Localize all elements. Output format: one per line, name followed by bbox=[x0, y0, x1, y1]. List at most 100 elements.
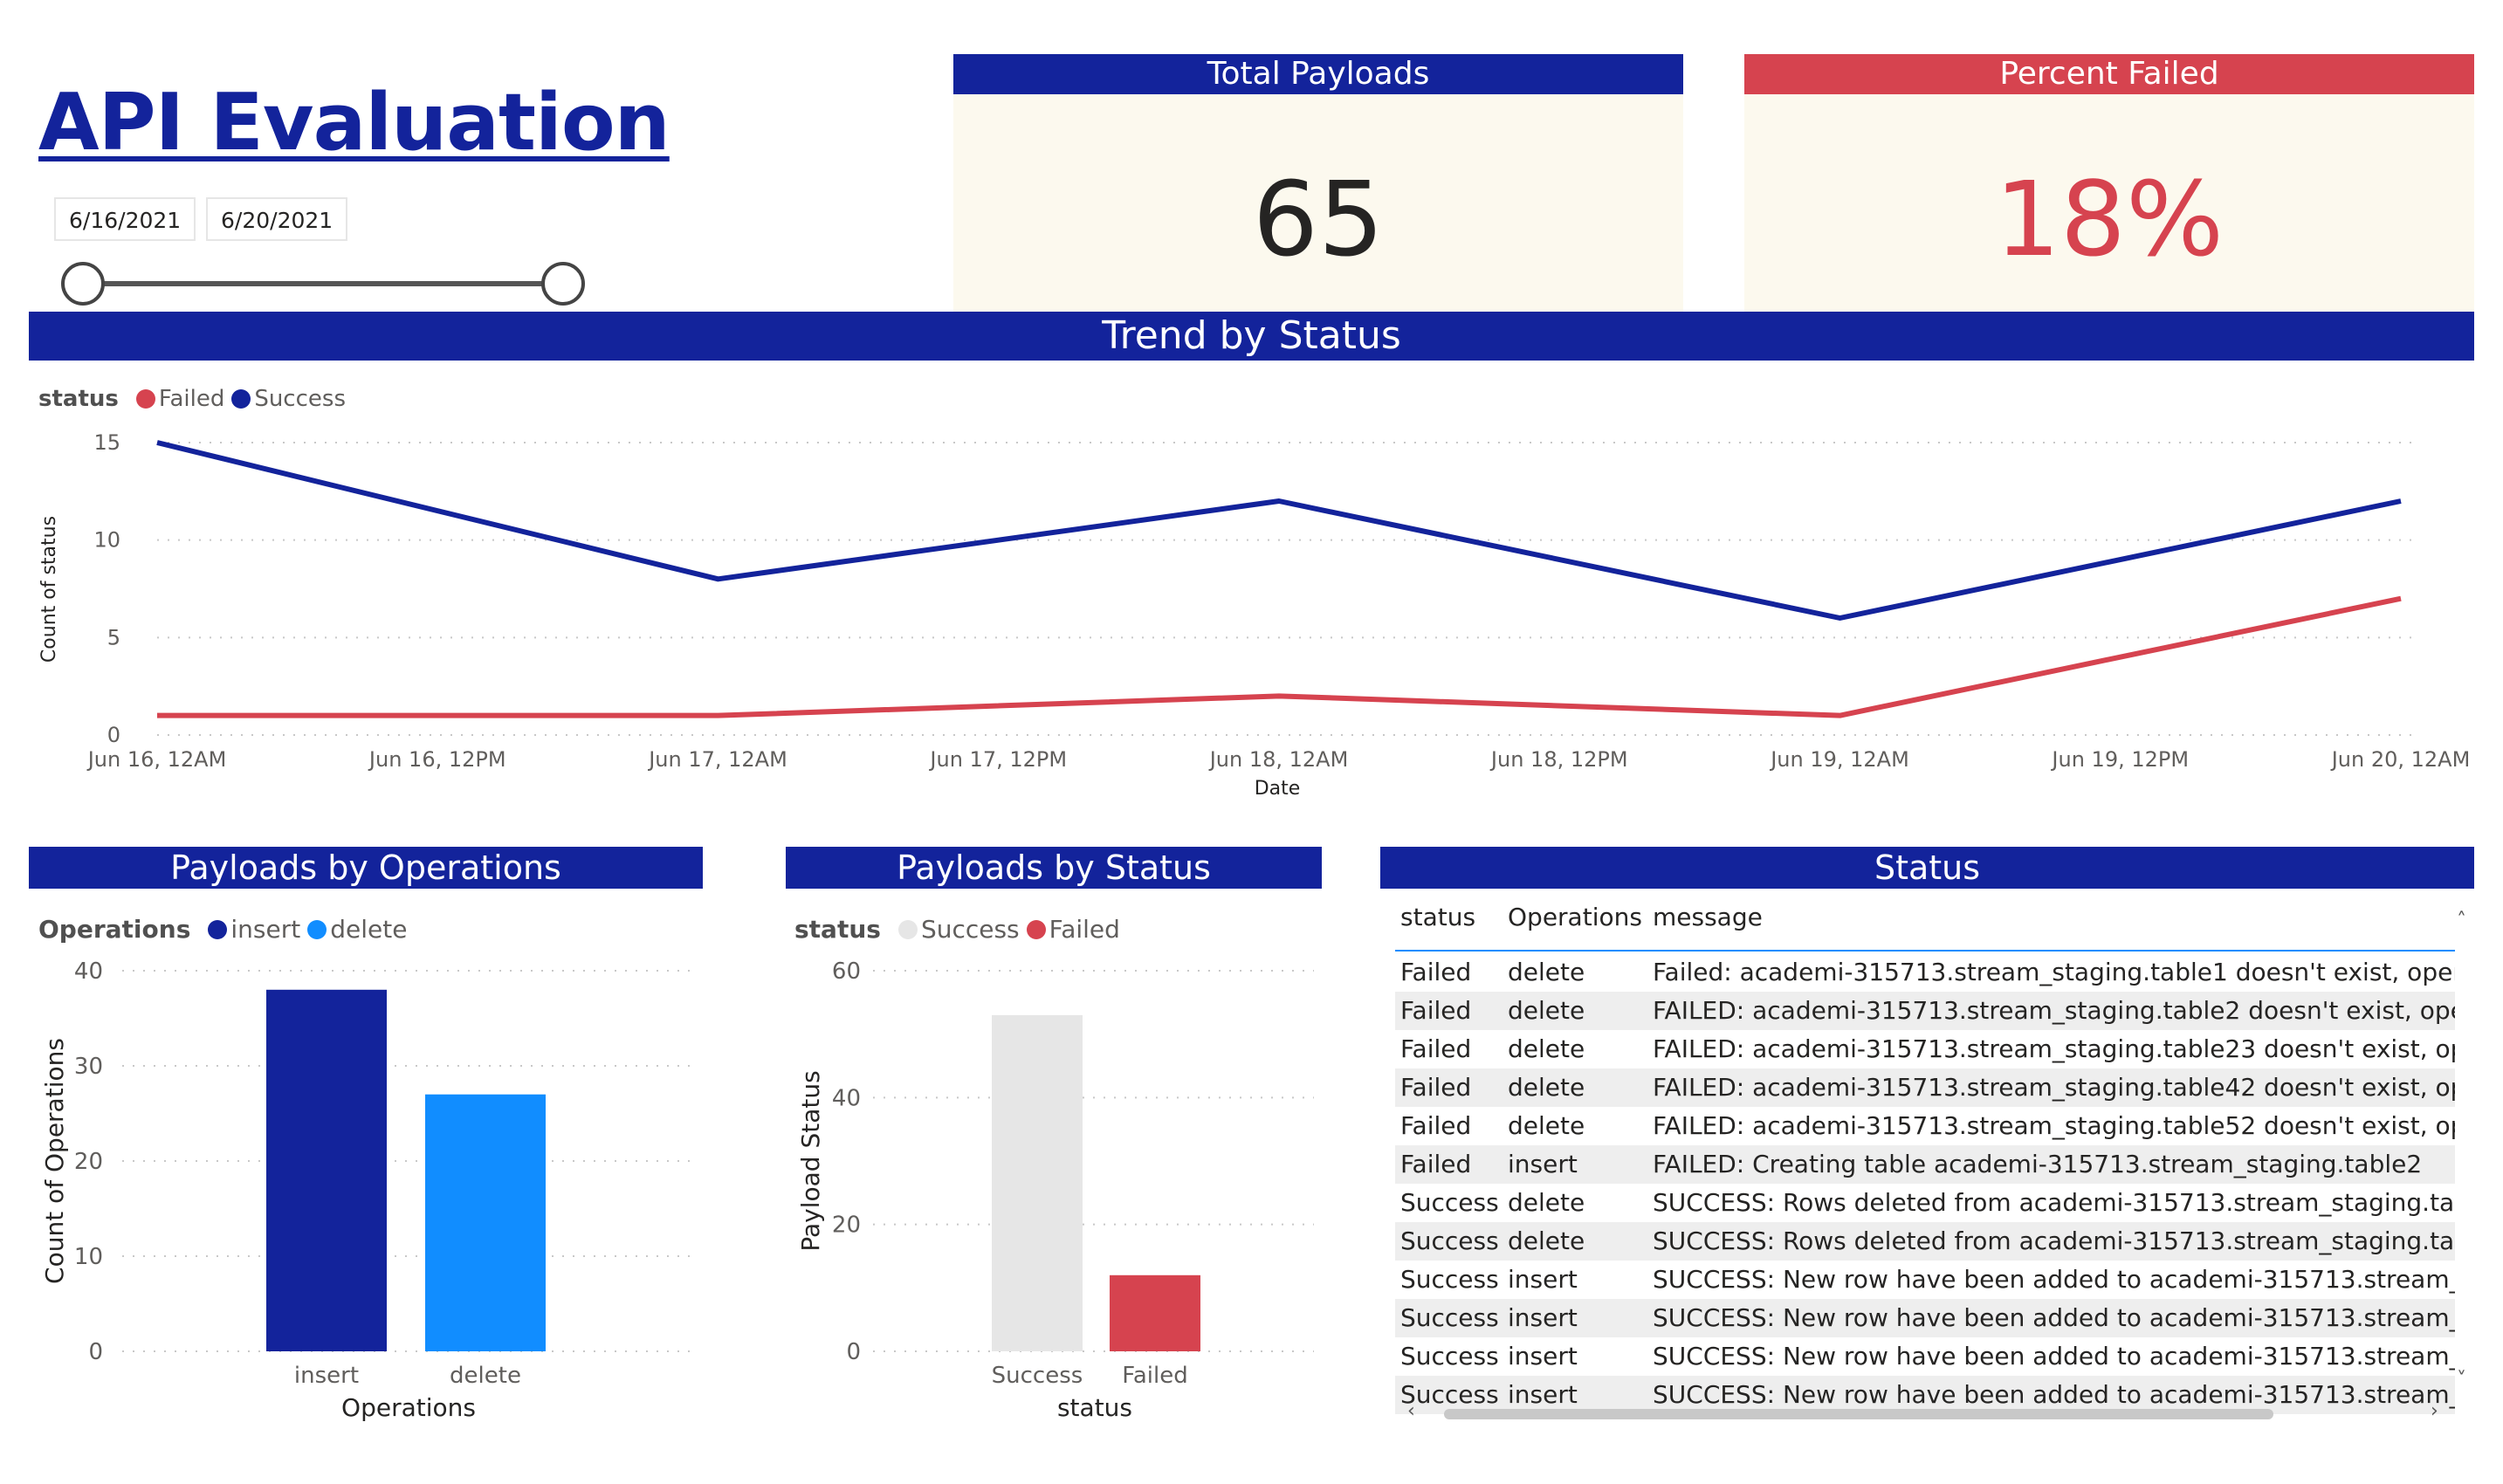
status-legend-success[interactable]: Success bbox=[921, 915, 1020, 944]
vertical-scrollbar[interactable]: ˄ ˅ bbox=[2455, 910, 2474, 1398]
trend-y-tick-label: 10 bbox=[93, 528, 120, 553]
status-table-header: status Operations message bbox=[1395, 899, 2455, 950]
ops-bar-insert[interactable] bbox=[266, 989, 387, 1351]
status-table-title: Status bbox=[1380, 847, 2474, 889]
trend-y-tick-label: 0 bbox=[107, 723, 120, 747]
cell-status: Failed bbox=[1400, 996, 1472, 1025]
operations-y-axis-label: Count of Operations bbox=[40, 1038, 69, 1284]
legend-delete-icon bbox=[307, 919, 327, 939]
trend-x-tick-label: Jun 18, 12AM bbox=[1208, 747, 1349, 772]
ops-y-tick-label: 40 bbox=[74, 958, 103, 985]
cell-operation: delete bbox=[1508, 1226, 1585, 1255]
table-row[interactable]: Failed delete FAILED: academi-315713.strea… bbox=[1395, 992, 2455, 1030]
cell-message: SUCCESS: Rows deleted from academi-31571… bbox=[1653, 1226, 2455, 1255]
legend-failed-icon bbox=[1026, 919, 1046, 939]
cell-status: Failed bbox=[1400, 1034, 1472, 1063]
ops-x-tick-label: delete bbox=[450, 1363, 521, 1389]
ops-x-tick-label: insert bbox=[294, 1363, 359, 1389]
cell-message: SUCCESS: New row have been added to acad… bbox=[1653, 1303, 2455, 1332]
ops-y-tick-label: 0 bbox=[88, 1339, 103, 1365]
st-x-tick-label: Success bbox=[992, 1363, 1083, 1389]
cell-operation: insert bbox=[1508, 1342, 1578, 1371]
trend-x-axis-label: Date bbox=[1255, 778, 1301, 800]
cell-status: Success bbox=[1400, 1342, 1499, 1371]
scroll-down-icon[interactable]: ˅ bbox=[2457, 1369, 2466, 1391]
scroll-right-icon[interactable]: › bbox=[2431, 1400, 2438, 1422]
operations-legend-insert[interactable]: insert bbox=[230, 915, 300, 944]
table-row[interactable]: Success insert SUCCESS: New row have been … bbox=[1395, 1261, 2455, 1299]
operations-legend-delete[interactable]: delete bbox=[330, 915, 407, 944]
status-x-axis-label: status bbox=[1057, 1393, 1132, 1422]
trend-series-success[interactable] bbox=[156, 440, 2402, 621]
cell-status: Success bbox=[1400, 1188, 1499, 1217]
cell-operation: delete bbox=[1508, 1188, 1585, 1217]
horizontal-scrollbar-thumb[interactable] bbox=[1444, 1409, 2273, 1419]
trend-x-tick-label: Jun 17, 12PM bbox=[928, 747, 1067, 772]
scroll-left-icon[interactable]: ‹ bbox=[1407, 1400, 1415, 1422]
scroll-up-icon[interactable]: ˄ bbox=[2457, 910, 2466, 931]
cell-message: FAILED: academi-315713.stream_staging.ta… bbox=[1653, 1073, 2455, 1102]
table-row[interactable]: Failed insert FAILED: Creating table acade… bbox=[1395, 1145, 2455, 1184]
trend-x-tick-label: Jun 18, 12PM bbox=[1489, 747, 1628, 772]
column-header-operations[interactable]: Operations bbox=[1508, 903, 1642, 931]
status-legend-failed[interactable]: Failed bbox=[1049, 915, 1120, 944]
cell-operation: insert bbox=[1508, 1150, 1578, 1178]
table-row[interactable]: Success delete SUCCESS: Rows deleted from … bbox=[1395, 1184, 2455, 1222]
st-y-tick-label: 0 bbox=[846, 1339, 861, 1365]
cell-operation: insert bbox=[1508, 1265, 1578, 1294]
cell-status: Success bbox=[1400, 1303, 1499, 1332]
trend-series-failed[interactable] bbox=[157, 595, 2402, 718]
cell-operation: delete bbox=[1508, 996, 1585, 1025]
cell-message: FAILED: Creating table academi-315713.st… bbox=[1653, 1150, 2423, 1178]
cell-status: Failed bbox=[1400, 958, 1472, 986]
column-header-status[interactable]: status bbox=[1400, 903, 1475, 931]
table-row[interactable]: Failed delete FAILED: academi-315713.strea… bbox=[1395, 1030, 2455, 1068]
status-legend-title: status bbox=[794, 915, 881, 944]
ops-y-tick-label: 20 bbox=[74, 1149, 103, 1175]
st-y-tick-label: 20 bbox=[832, 1213, 861, 1239]
cell-message: FAILED: academi-315713.stream_staging.ta… bbox=[1653, 996, 2455, 1025]
horizontal-scrollbar[interactable]: ‹ › bbox=[1395, 1400, 2455, 1423]
trend-x-tick-label: Jun 19, 12PM bbox=[2050, 747, 2189, 772]
legend-success-icon bbox=[897, 919, 918, 939]
table-row[interactable]: Failed delete FAILED: academi-315713.strea… bbox=[1395, 1107, 2455, 1145]
trend-y-axis-label: Count of status bbox=[38, 516, 60, 663]
ops-y-tick-label: 10 bbox=[74, 1244, 103, 1270]
ops-y-tick-label: 30 bbox=[74, 1054, 103, 1080]
cell-status: Success bbox=[1400, 1265, 1499, 1294]
st-y-tick-label: 60 bbox=[832, 958, 861, 985]
operations-x-axis-label: Operations bbox=[341, 1393, 476, 1422]
trend-y-tick-label: 5 bbox=[107, 625, 120, 649]
cell-status: Failed bbox=[1400, 1073, 1472, 1102]
trend-x-tick-label: Jun 20, 12AM bbox=[2330, 747, 2471, 772]
status-y-axis-label: Payload Status bbox=[796, 1070, 825, 1251]
trend-x-tick-label: Jun 16, 12AM bbox=[86, 747, 227, 772]
operations-title: Payloads by Operations bbox=[29, 847, 703, 889]
cell-operation: delete bbox=[1508, 958, 1585, 986]
cell-message: FAILED: academi-315713.stream_staging.ta… bbox=[1653, 1034, 2455, 1063]
operations-legend-title: Operations bbox=[38, 915, 191, 944]
status-chart-title: Payloads by Status bbox=[786, 847, 1322, 889]
st-bar-failed[interactable] bbox=[1110, 1274, 1200, 1351]
cell-operation: insert bbox=[1508, 1303, 1578, 1332]
trend-x-tick-label: Jun 17, 12AM bbox=[647, 747, 787, 772]
cell-operation: delete bbox=[1508, 1034, 1585, 1063]
table-row[interactable]: Failed delete Failed: academi-315713.strea… bbox=[1395, 953, 2455, 992]
st-y-tick-label: 40 bbox=[832, 1085, 861, 1111]
trend-x-tick-label: Jun 16, 12PM bbox=[368, 747, 506, 772]
trend-y-tick-label: 15 bbox=[93, 430, 120, 455]
table-row[interactable]: Success delete SUCCESS: Rows deleted from … bbox=[1395, 1222, 2455, 1261]
cell-status: Failed bbox=[1400, 1150, 1472, 1178]
table-row[interactable]: Failed delete FAILED: academi-315713.strea… bbox=[1395, 1068, 2455, 1107]
st-bar-success[interactable] bbox=[992, 1014, 1083, 1351]
ops-bar-delete[interactable] bbox=[425, 1094, 546, 1351]
table-row[interactable]: Success insert SUCCESS: New row have been … bbox=[1395, 1299, 2455, 1337]
trend-line-chart[interactable]: 0 5 10 15 Jun 16, 12AM Jun 16, 12PM Jun 17, 1… bbox=[0, 0, 2503, 821]
table-row[interactable]: Success insert SUCCESS: New row have been … bbox=[1395, 1337, 2455, 1376]
status-bar-chart[interactable]: 0 20 40 60 Success Failed Payload Status sta… bbox=[768, 943, 1344, 1432]
operations-bar-chart[interactable]: 0 10 20 30 40 insert delete Count of Operatio… bbox=[0, 943, 716, 1432]
legend-insert-icon bbox=[208, 919, 228, 939]
cell-status: Success bbox=[1400, 1226, 1499, 1255]
table-header-divider bbox=[1395, 950, 2455, 952]
column-header-message[interactable]: message bbox=[1653, 903, 1763, 931]
